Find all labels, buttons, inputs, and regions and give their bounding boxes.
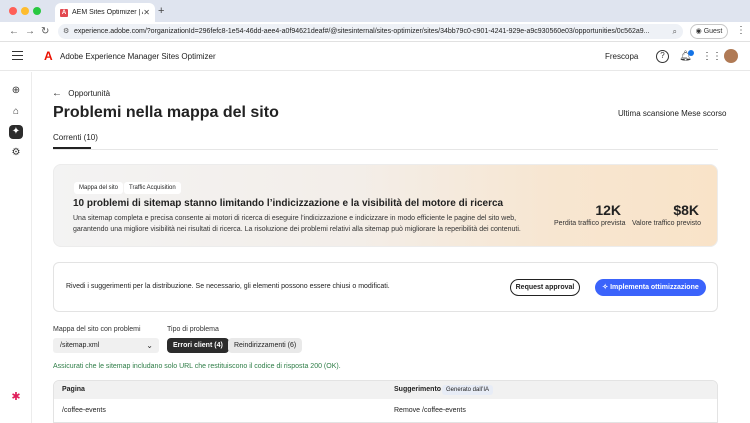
forward-arrow-icon[interactable]: → [25, 25, 35, 38]
tag-traffic-acquisition: Traffic Acquisition [124, 182, 181, 194]
chip-client-errors[interactable]: Errori client (4) [167, 338, 229, 353]
app-header: A Adobe Experience Manager Sites Optimiz… [0, 43, 750, 71]
left-rail: ⊕ ⌂ ✦ ⚙ [0, 72, 32, 423]
tab-divider [53, 149, 718, 150]
address-bar[interactable]: ⚙ experience.adobe.com/?organizationId=2… [58, 24, 683, 39]
settings-icon[interactable]: ⚙ [9, 146, 23, 160]
stat-traffic-loss: 12K Perdita traffico prevista [554, 202, 626, 227]
tab-current[interactable]: Correnti (10) [53, 133, 98, 142]
browser-window: A AEM Sites Optimizer | Adobe ✕ + ← → ↻ … [0, 0, 750, 423]
adobe-logo-icon: A [44, 49, 53, 63]
opportunity-banner: Mappa del sito Traffic Acquisition 10 pr… [53, 164, 718, 247]
app-title: Adobe Experience Manager Sites Optimizer [60, 52, 216, 61]
site-info-icon[interactable]: ⚙ [63, 24, 69, 39]
home-icon[interactable]: ⌂ [9, 105, 23, 119]
sitemap-select-value: /sitemap.xml [60, 342, 100, 349]
adobe-favicon-icon: A [60, 8, 68, 17]
ai-generated-badge: Generato dall’IA [442, 385, 494, 395]
deploy-label: Implementa ottimizzazione [610, 284, 699, 291]
stat-label: Perdita traffico prevista [554, 220, 626, 227]
tag-sitemap: Mappa del sito [74, 182, 124, 194]
profile-label: Guest [703, 28, 723, 35]
stat-value: 12K [595, 202, 621, 218]
stat-label: Valore traffico previsto [632, 220, 701, 227]
info-message: Assicurati che le sitemap includano solo… [53, 363, 341, 370]
hamburger-menu-icon[interactable] [12, 51, 23, 60]
table-header: Pagina Suggerimento Generato dall’IA [54, 381, 717, 399]
slack-icon[interactable]: ✱ [9, 390, 23, 404]
column-page: Pagina [62, 386, 85, 393]
arrow-left-icon: ← [52, 88, 62, 99]
url-text: experience.adobe.com/?organizationId=296… [74, 28, 650, 35]
opportunities-icon[interactable]: ✦ [9, 125, 23, 139]
maximize-window-button[interactable] [33, 7, 41, 15]
profile-icon: ◉ [695, 28, 702, 35]
profile-button[interactable]: ◉ Guest [690, 24, 728, 39]
close-window-button[interactable] [9, 7, 17, 15]
sparkle-icon: ✧ [602, 284, 609, 291]
avatar[interactable] [724, 49, 738, 63]
browser-menu-icon[interactable]: ⋮ [736, 25, 746, 36]
column-suggestion: Suggerimento [394, 386, 442, 393]
chip-redirects[interactable]: Reindirizzamenti (6) [228, 338, 303, 353]
browser-tab[interactable]: A AEM Sites Optimizer | Adobe ✕ [55, 3, 155, 22]
issues-table: Pagina Suggerimento Generato dall’IA /co… [53, 380, 718, 423]
new-tab-button[interactable]: + [158, 5, 164, 17]
suggestions-text: Rivedi i suggerimenti per la distribuzio… [66, 283, 390, 290]
browser-tab-bar: A AEM Sites Optimizer | Adobe ✕ + [0, 0, 750, 22]
stat-traffic-value: $8K Valore traffico previsto [632, 202, 701, 227]
page-title: Problemi nella mappa del sito [53, 104, 279, 121]
banner-title: 10 problemi di sitemap stanno limitando … [73, 198, 504, 209]
reload-icon[interactable]: ↻ [41, 25, 49, 38]
app-grid-icon[interactable]: ⋮⋮⋮ [702, 50, 732, 63]
suggestions-card: Rivedi i suggerimenti per la distribuzio… [53, 262, 718, 312]
close-tab-icon[interactable]: ✕ [143, 8, 150, 17]
chevron-down-icon: ⌄ [146, 341, 153, 350]
banner-description: Una sitemap completa e precisa consente … [73, 215, 521, 233]
back-arrow-icon[interactable]: ← [9, 25, 19, 38]
zoom-icon[interactable]: ⌕ [673, 24, 677, 39]
globe-icon[interactable]: ⊕ [9, 84, 23, 98]
tab-title: AEM Sites Optimizer | Adobe [72, 9, 143, 16]
stat-value: $8K [673, 202, 699, 218]
table-row[interactable]: /coffee-events Remove /coffee-events [54, 399, 717, 422]
help-icon[interactable]: ? [656, 50, 669, 63]
back-label: Opportunità [68, 89, 111, 98]
row-page: /coffee-events [62, 407, 106, 414]
last-scan: Ultima scansione Mese scorso [618, 109, 727, 118]
request-approval-button[interactable]: Request approval [510, 279, 580, 296]
row-suggestion: Remove /coffee-events [394, 407, 466, 414]
sitemap-filter-label: Mappa del sito con problemi [53, 326, 141, 333]
sitemap-select[interactable]: /sitemap.xml ⌄ [53, 338, 159, 353]
notification-dot [688, 50, 694, 56]
issue-type-label: Tipo di problema [167, 326, 219, 333]
back-link[interactable]: ← Opportunità [52, 88, 110, 99]
minimize-window-button[interactable] [21, 7, 29, 15]
org-switcher[interactable]: Frescopa [605, 52, 638, 61]
deploy-optimization-button[interactable]: ✧ Implementa ottimizzazione [595, 279, 706, 296]
browser-toolbar: ← → ↻ ⚙ experience.adobe.com/?organizati… [0, 22, 750, 42]
